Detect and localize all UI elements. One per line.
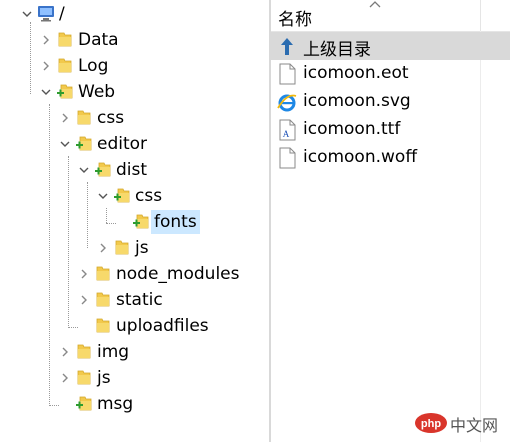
tree-item-label: js: [97, 368, 111, 388]
tree-item-label: /: [59, 4, 65, 24]
expand-chevron-icon[interactable]: [78, 292, 90, 308]
blank-file-icon: [277, 147, 297, 169]
file-name: icomoon.eot: [303, 63, 409, 83]
expand-chevron-icon[interactable]: [59, 370, 71, 386]
file-row[interactable]: icomoon.svg: [271, 88, 480, 116]
collapse-chevron-icon[interactable]: [21, 6, 33, 22]
name-column-header[interactable]: 名称: [271, 0, 510, 32]
folder-plus-icon: [75, 394, 93, 412]
folder-icon: [113, 238, 131, 256]
font-file-icon: A: [277, 119, 297, 141]
tree-item-css-7[interactable]: css: [0, 184, 269, 208]
tree-item-label: Log: [78, 56, 109, 76]
tree-item-label: css: [97, 108, 125, 128]
collapse-chevron-icon[interactable]: [97, 188, 109, 204]
svg-text:A: A: [283, 129, 290, 139]
folder-icon: [94, 316, 112, 334]
watermark-text: 中文网: [450, 416, 499, 435]
folder-plus-icon: [94, 160, 112, 178]
folder-icon: [75, 108, 93, 126]
tree-item-node-modules-10[interactable]: node_modules: [0, 262, 269, 286]
tree-item---0[interactable]: /: [0, 2, 269, 26]
folder-plus-icon: [113, 186, 131, 204]
expand-chevron-icon[interactable]: [59, 110, 71, 126]
tree-item-fonts-8[interactable]: fonts: [0, 210, 269, 234]
file-name: icomoon.ttf: [303, 119, 401, 139]
parent-directory-row[interactable]: 上级目录: [271, 32, 510, 60]
up-arrow-icon: [281, 38, 293, 55]
collapse-chevron-icon[interactable]: [59, 136, 71, 152]
tree-item-label: css: [135, 186, 163, 206]
tree-item-data-1[interactable]: Data: [0, 28, 269, 52]
tree-item-js-14[interactable]: js: [0, 366, 269, 390]
ie-file-icon: [277, 91, 297, 113]
expand-chevron-icon[interactable]: [40, 32, 52, 48]
folder-plus-icon: [132, 212, 150, 230]
folder-icon: [75, 368, 93, 386]
php-watermark: php 中文网: [412, 408, 508, 438]
folder-icon: [94, 264, 112, 282]
tree-item-label: uploadfiles: [116, 316, 209, 336]
svg-text:php: php: [421, 418, 441, 430]
expand-chevron-icon[interactable]: [59, 344, 71, 360]
folder-icon: [56, 30, 74, 48]
tree-item-dist-6[interactable]: dist: [0, 158, 269, 182]
file-name: icomoon.svg: [303, 91, 411, 111]
tree-item-uploadfiles-12[interactable]: uploadfiles: [0, 314, 269, 338]
parent-directory-label: 上级目录: [303, 40, 371, 60]
collapse-chevron-icon[interactable]: [40, 84, 52, 100]
folder-icon: [56, 56, 74, 74]
tree-item-label: fonts: [151, 210, 200, 234]
tree-item-label: js: [135, 238, 149, 258]
tree-item-label: editor: [97, 134, 148, 154]
php-logo-icon: php: [415, 413, 447, 433]
folder-plus-icon: [56, 82, 74, 100]
expand-chevron-icon[interactable]: [40, 58, 52, 74]
name-column-label: 名称: [278, 10, 312, 30]
tree-item-label: msg: [97, 394, 134, 414]
column-separator[interactable]: [480, 0, 481, 31]
file-name: icomoon.woff: [303, 147, 418, 167]
folder-icon: [94, 290, 112, 308]
expand-chevron-icon[interactable]: [78, 266, 90, 282]
tree-item-label: img: [97, 342, 130, 362]
tree-item-label: node_modules: [116, 264, 240, 284]
tree-item-msg-15[interactable]: msg: [0, 392, 269, 416]
tree-item-label: static: [116, 290, 163, 310]
blank-file-icon: [277, 63, 297, 85]
tree-item-label: Data: [78, 30, 119, 50]
column-separator-line: [480, 31, 481, 442]
sort-ascending-icon: [369, 1, 381, 8]
tree-item-label: dist: [116, 160, 148, 180]
tree-item-editor-5[interactable]: editor: [0, 132, 269, 156]
file-row[interactable]: icomoon.eot: [271, 60, 480, 88]
folder-plus-icon: [75, 134, 93, 152]
tree-item-log-2[interactable]: Log: [0, 54, 269, 78]
computer-icon: [37, 4, 55, 22]
tree-item-web-3[interactable]: Web: [0, 80, 269, 104]
expand-chevron-icon[interactable]: [97, 240, 109, 256]
tree-item-css-4[interactable]: css: [0, 106, 269, 130]
tree-item-static-11[interactable]: static: [0, 288, 269, 312]
tree-item-js-9[interactable]: js: [0, 236, 269, 260]
tree-item-img-13[interactable]: img: [0, 340, 269, 364]
folder-icon: [75, 342, 93, 360]
file-list-pane: 名称 上级目录 icomoon.eot icomoon.svg Aicomoon.t…: [271, 0, 510, 442]
tree-item-label: Web: [78, 82, 116, 102]
folder-tree-pane: / Data Log Web css editor dist css fonts js node_m…: [0, 0, 269, 442]
file-row[interactable]: icomoon.woff: [271, 144, 480, 172]
file-row[interactable]: Aicomoon.ttf: [271, 116, 480, 144]
collapse-chevron-icon[interactable]: [78, 162, 90, 178]
